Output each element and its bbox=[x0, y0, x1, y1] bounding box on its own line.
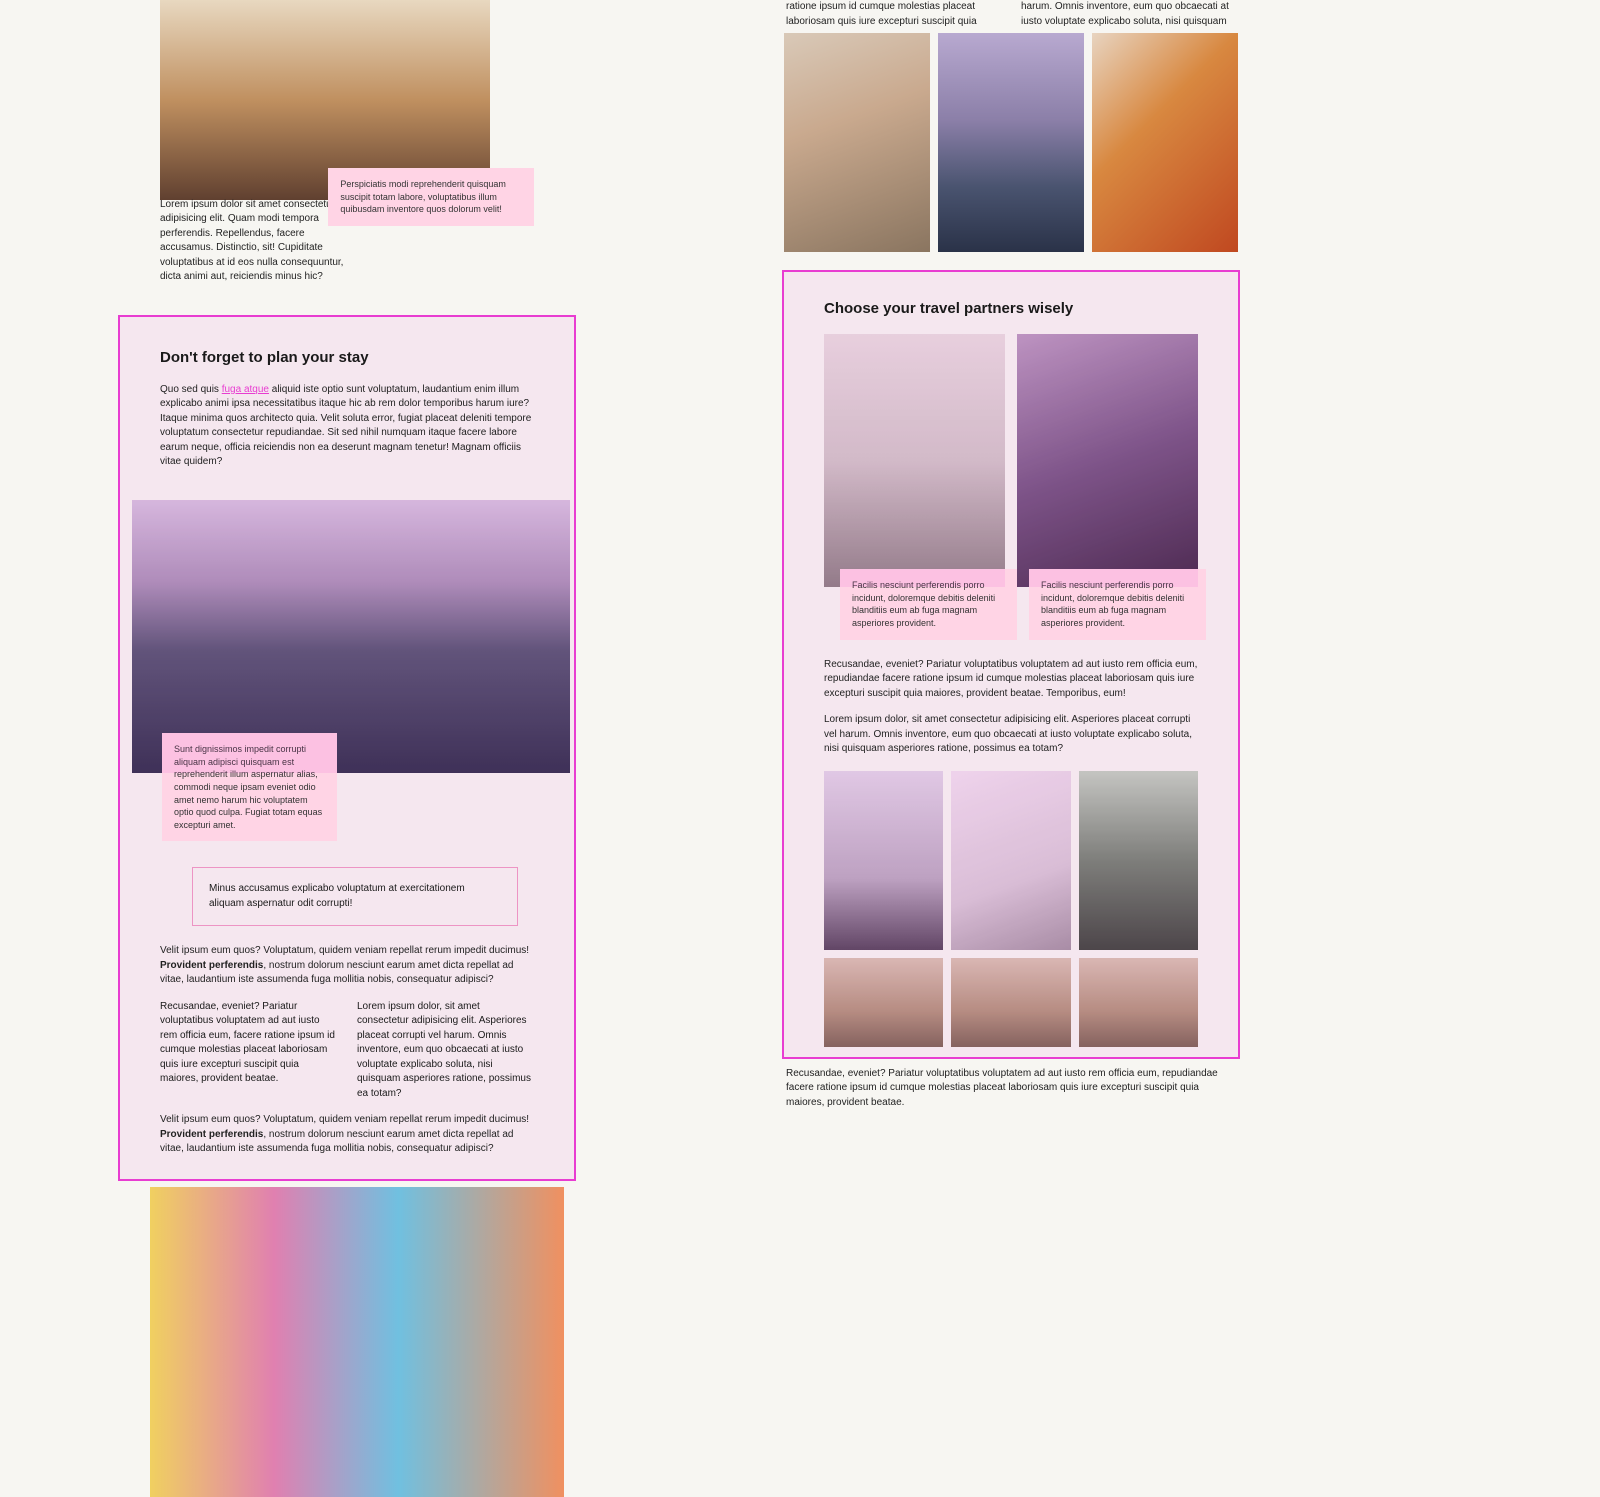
truncated-text-right: harum. Omnis inventore, eum quo obcaecat… bbox=[1021, 0, 1236, 29]
photo-gear bbox=[951, 771, 1070, 950]
column-text-left: Recusandae, eveniet? Pariatur voluptatib… bbox=[160, 1000, 337, 1102]
photo-colorful-street bbox=[150, 1187, 564, 1497]
photo-walk bbox=[824, 334, 1005, 587]
section-paragraph-r1: Recusandae, eveniet? Pariatur voluptatib… bbox=[824, 658, 1198, 702]
pull-quote: Minus accusamus explicabo voluptatum at … bbox=[192, 867, 518, 926]
photo-sand-2 bbox=[951, 958, 1070, 1047]
section-paragraph-1: Quo sed quis fuga atque aliquid iste opt… bbox=[160, 383, 534, 470]
column-text-right: Lorem ipsum dolor, sit amet consectetur … bbox=[357, 1000, 534, 1102]
section-paragraph-3: Velit ipsum eum quos? Voluptatum, quidem… bbox=[160, 1113, 534, 1157]
hero-photo-mountain bbox=[132, 500, 570, 774]
intro-paragraph: Lorem ipsum dolor sit amet consectetur, … bbox=[160, 198, 347, 285]
truncated-text-left: ratione ipsum id cumque molestias placea… bbox=[786, 0, 1001, 29]
photo-overlook bbox=[1017, 334, 1198, 587]
section-heading-plan-stay: Don't forget to plan your stay bbox=[160, 347, 534, 369]
photo-misty bbox=[824, 771, 943, 950]
photo-sunset-sit bbox=[938, 33, 1084, 252]
photo-track bbox=[1079, 771, 1198, 950]
image-caption-top: Perspiciatis modi reprehenderit quisquam… bbox=[328, 168, 534, 226]
photo-sand-1 bbox=[824, 958, 943, 1047]
photo-sand-3 bbox=[1079, 958, 1198, 1047]
section-heading-travel-partners: Choose your travel partners wisely bbox=[824, 298, 1198, 320]
inline-link-fuga[interactable]: fuga atque bbox=[222, 384, 269, 395]
section-paragraph-2: Velit ipsum eum quos? Voluptatum, quidem… bbox=[160, 944, 534, 988]
section-paragraph-r2: Lorem ipsum dolor, sit amet consectetur … bbox=[824, 713, 1198, 757]
below-paragraph: Recusandae, eveniet? Pariatur voluptatib… bbox=[784, 1059, 1238, 1111]
photo-food bbox=[1092, 33, 1238, 252]
photo-portrait bbox=[784, 33, 930, 252]
